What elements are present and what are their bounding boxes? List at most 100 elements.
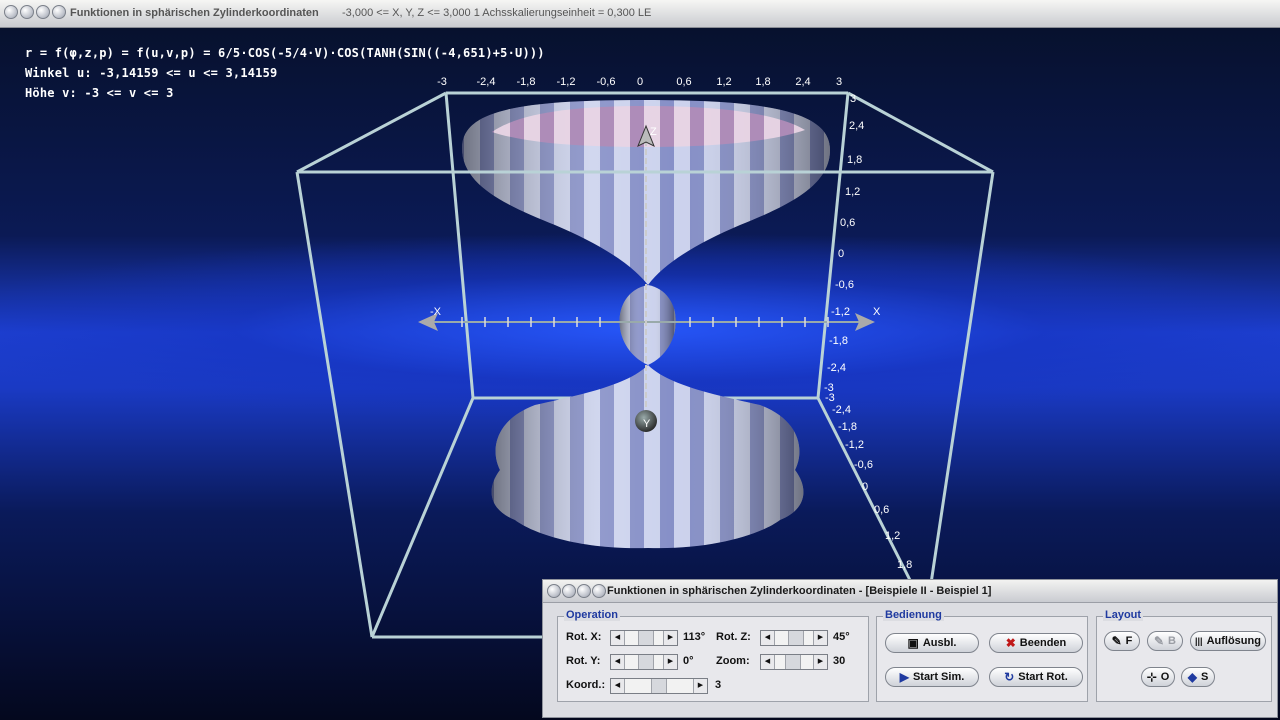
f-label: F: [1125, 635, 1133, 647]
main-title-bar: Funktionen in sphärischen Zylinderkoordi…: [0, 0, 1280, 28]
dialog-title: Funktionen in sphärischen Zylinderkoordi…: [607, 585, 992, 597]
aufloesung-label: Auflösung: [1206, 635, 1261, 647]
top-tick-label: 1,2: [716, 76, 731, 88]
right-tick-label: 2,4: [849, 120, 864, 132]
zoom-label: Zoom:: [716, 655, 750, 667]
rot-y-slider[interactable]: ◀ ▶: [610, 654, 678, 670]
window-title: Funktionen in sphärischen Zylinderkoordi…: [70, 7, 319, 19]
top-tick-label: 3: [836, 76, 842, 88]
start-rot-button[interactable]: ↻ Start Rot.: [989, 667, 1083, 687]
top-tick-label: 0,6: [676, 76, 691, 88]
ausbl-label: Ausbl.: [922, 637, 957, 649]
bedienung-group: Bedienung ▣ Ausbl. ✖ Beenden ▶ Start Sim…: [876, 609, 1088, 702]
dialog-menu-button[interactable]: [547, 584, 561, 598]
layout-label: Layout: [1103, 609, 1144, 621]
right-tick-label: 1,2: [845, 186, 860, 198]
right-tick-label: 0,6: [840, 217, 855, 229]
aufloesung-button[interactable]: ||| Auflösung: [1190, 631, 1266, 651]
ausbl-button[interactable]: ▣ Ausbl.: [885, 633, 979, 653]
zoom-left-arrow-icon[interactable]: ◀: [761, 655, 775, 669]
right-tick-label: 1,8: [847, 154, 862, 166]
top-tick-label: -3: [437, 76, 447, 88]
rot-x-value: 113°: [683, 631, 706, 643]
lower-tick-label: 0: [862, 481, 868, 493]
beenden-button[interactable]: ✖ Beenden: [989, 633, 1083, 653]
operation-label: Operation: [564, 609, 620, 621]
o-button[interactable]: ⊹ O: [1141, 667, 1175, 687]
rot-z-label: Rot. Z:: [716, 631, 751, 643]
y-axis-label: Y: [643, 418, 651, 430]
beenden-label: Beenden: [1019, 637, 1067, 649]
rot-y-value: 0°: [683, 655, 694, 667]
top-tick-label: -1,2: [557, 76, 576, 88]
rotate-icon: ↻: [1004, 670, 1015, 684]
rot-x-label: Rot. X:: [566, 631, 602, 643]
koord-value: 3: [715, 679, 722, 691]
rot-z-left-arrow-icon[interactable]: ◀: [761, 631, 775, 645]
minimize-button[interactable]: [20, 5, 34, 19]
hide-icon: ▣: [907, 636, 919, 650]
zoom-value: 30: [833, 655, 846, 667]
rot-z-right-arrow-icon[interactable]: ▶: [813, 631, 827, 645]
rot-y-label: Rot. Y:: [566, 655, 601, 667]
lower-tick-label: -2,4: [832, 404, 851, 416]
rot-x-slider[interactable]: ◀ ▶: [610, 630, 678, 646]
start-sim-label: Start Sim.: [912, 671, 965, 683]
dialog-icon: [592, 584, 606, 598]
function-formula: r = f(φ,z,p) = f(u,v,p) = 6/5·COS(-5/4·V…: [25, 46, 545, 60]
b-button[interactable]: ✎ B: [1147, 631, 1183, 651]
right-tick-label: -0,6: [835, 279, 854, 291]
rot-x-thumb[interactable]: [638, 631, 654, 645]
right-tick-label: 0: [838, 248, 844, 260]
start-sim-button[interactable]: ▶ Start Sim.: [885, 667, 979, 687]
brush-icon: ✎: [1111, 634, 1122, 648]
lower-tick-label: 0,6: [874, 504, 889, 516]
koord-slider[interactable]: ◀ ▶: [610, 678, 708, 694]
surface-lower: [491, 365, 804, 549]
z-axis-label: Z: [650, 126, 657, 138]
top-tick-label: -2,4: [477, 76, 496, 88]
neg-x-axis-label: -X: [430, 306, 442, 318]
dialog-minimize-button[interactable]: [562, 584, 576, 598]
s-button[interactable]: ◆ S: [1181, 667, 1215, 687]
rot-y-left-arrow-icon[interactable]: ◀: [611, 655, 625, 669]
rot-y-thumb[interactable]: [638, 655, 654, 669]
control-dialog: Funktionen in sphärischen Zylinderkoordi…: [542, 579, 1278, 718]
rot-x-left-arrow-icon[interactable]: ◀: [611, 631, 625, 645]
right-tick-label: -1,2: [831, 306, 850, 318]
s-label: S: [1200, 671, 1209, 683]
window-menu-button[interactable]: [4, 5, 18, 19]
rot-z-thumb[interactable]: [788, 631, 804, 645]
lower-tick-label: -1,8: [838, 421, 857, 433]
target-icon: ⊹: [1146, 670, 1157, 684]
angle-range: Winkel u: -3,14159 <= u <= 3,14159: [25, 66, 278, 80]
o-label: O: [1160, 671, 1170, 683]
zoom-right-arrow-icon[interactable]: ▶: [813, 655, 827, 669]
surface-middle: [619, 285, 676, 365]
lower-tick-label: -1,2: [845, 439, 864, 451]
lower-tick-label: -0,6: [854, 459, 873, 471]
koord-thumb[interactable]: [651, 679, 667, 693]
cube-icon: ◆: [1187, 670, 1197, 684]
close-icon: ✖: [1005, 636, 1016, 650]
dialog-title-bar: Funktionen in sphärischen Zylinderkoordi…: [543, 580, 1277, 603]
top-tick-label: -1,8: [517, 76, 536, 88]
rot-x-right-arrow-icon[interactable]: ▶: [663, 631, 677, 645]
zoom-thumb[interactable]: [785, 655, 801, 669]
rot-z-value: 45°: [833, 631, 850, 643]
top-tick-label: 2,4: [795, 76, 810, 88]
right-tick-label: -1,8: [829, 335, 848, 347]
zoom-slider[interactable]: ◀ ▶: [760, 654, 828, 670]
start-rot-label: Start Rot.: [1018, 671, 1068, 683]
top-tick-label: 0: [637, 76, 643, 88]
operation-group: Operation Rot. X: ◀ ▶ 113° Rot. Z: ◀ ▶ 4…: [557, 609, 869, 702]
window-range-info: -3,000 <= X, Y, Z <= 3,000 1 Achsskalier…: [342, 7, 652, 19]
koord-right-arrow-icon[interactable]: ▶: [693, 679, 707, 693]
maximize-button[interactable]: [36, 5, 50, 19]
rot-y-right-arrow-icon[interactable]: ▶: [663, 655, 677, 669]
koord-label: Koord.:: [566, 679, 606, 691]
rot-z-slider[interactable]: ◀ ▶: [760, 630, 828, 646]
dialog-maximize-button[interactable]: [577, 584, 591, 598]
f-button[interactable]: ✎ F: [1104, 631, 1140, 651]
koord-left-arrow-icon[interactable]: ◀: [611, 679, 625, 693]
